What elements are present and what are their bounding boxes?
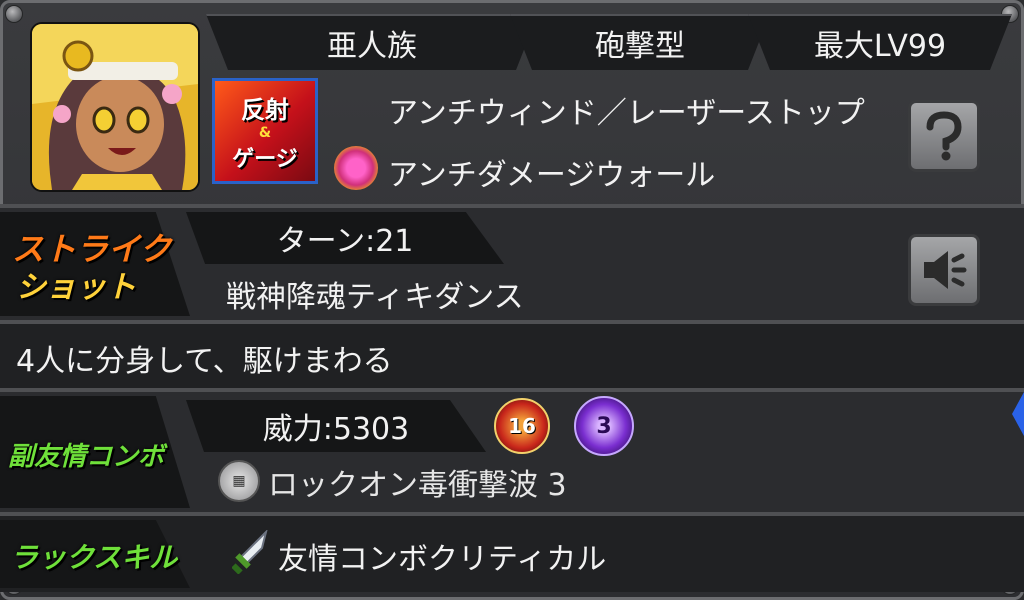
- strike-shot-label-line2: ショット: [16, 270, 136, 305]
- gimmick-mark: &: [258, 124, 272, 141]
- purple-badge-count: 3: [596, 413, 612, 439]
- strike-shot-description: 4人に分身して、駆けまわる: [16, 344, 393, 379]
- gauge-orb-icon: [334, 146, 378, 190]
- red-badge-count: 16: [508, 414, 536, 438]
- ability-line1: アンチウィンド／レーザーストップ: [388, 96, 865, 131]
- sub-friendship-name: ロックオン毒衝撃波 3: [268, 468, 567, 503]
- max-level-text: 最大LV99: [813, 29, 947, 64]
- type-text: 砲撃型: [595, 29, 685, 64]
- strike-shot-name: 戦神降魂ティキダンス: [226, 280, 524, 315]
- turn-box: ターン:21: [186, 212, 504, 264]
- voice-button[interactable]: [908, 234, 980, 306]
- help-button[interactable]: [908, 100, 980, 172]
- power-text: 威力:5303: [262, 412, 410, 447]
- red-badge-icon: 16: [494, 398, 550, 454]
- sub-friendship-label: 副友情コンボ: [8, 442, 165, 472]
- gimmick-line1: 反射: [241, 95, 289, 124]
- race-text: 亜人族: [327, 29, 417, 64]
- sword-icon: [232, 530, 268, 574]
- speaker-icon: [924, 251, 967, 289]
- power-box: 威力:5303: [186, 400, 486, 452]
- turn-text: ターン:21: [276, 224, 414, 259]
- luck-skill-name: 友情コンボクリティカル: [278, 542, 607, 577]
- monster-avatar: [30, 22, 200, 192]
- reflect-gauge-icon: 反射 & ゲージ: [212, 78, 318, 184]
- lock-on-icon: ▦: [218, 460, 260, 502]
- max-level-cell: 最大LV99: [748, 14, 1012, 70]
- question-icon: [926, 111, 962, 161]
- gimmick-line2: ゲージ: [232, 146, 298, 172]
- luck-skill-label: ラックスキル: [10, 541, 178, 574]
- purple-badge-icon: 3: [574, 396, 634, 456]
- ability-line2: アンチダメージウォール: [388, 158, 716, 193]
- type-cell: 砲撃型: [510, 14, 770, 70]
- race-cell: 亜人族: [206, 14, 538, 70]
- corner-bolt: [5, 5, 23, 23]
